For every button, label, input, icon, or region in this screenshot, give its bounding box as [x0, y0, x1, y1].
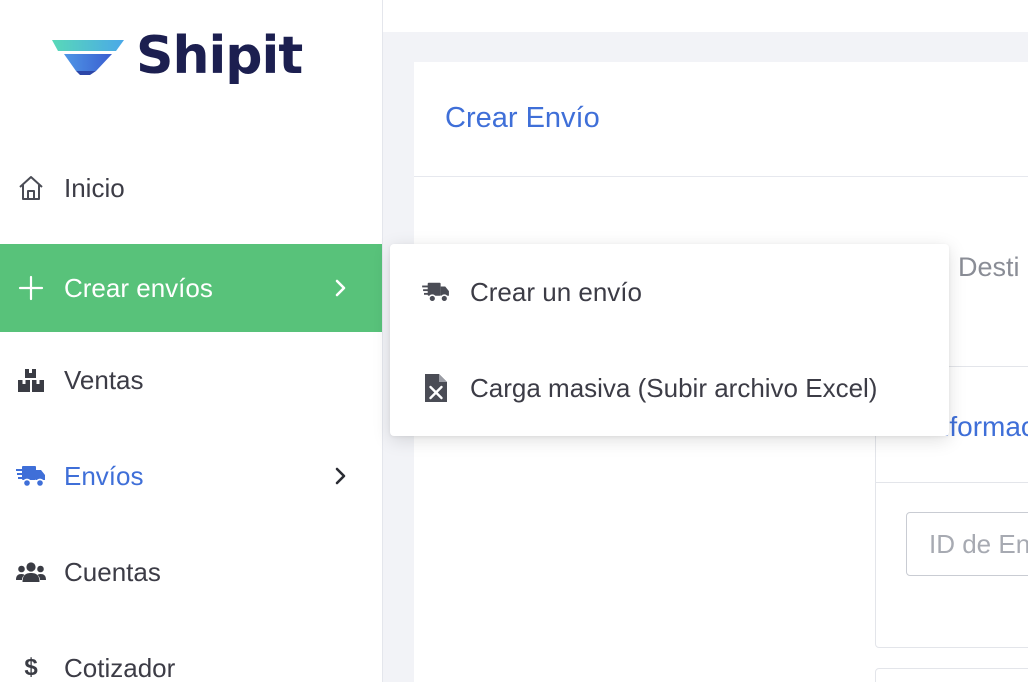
sidebar-item-ventas[interactable]: Ventas	[0, 336, 382, 424]
chevron-right-icon	[335, 279, 346, 297]
submenu-item-carga-masiva[interactable]: Carga masiva (Subir archivo Excel)	[390, 340, 949, 436]
shipment-id-input[interactable]	[906, 512, 1028, 576]
sidebar-item-label: Crear envíos	[64, 272, 213, 303]
sidebar-item-label: Envíos	[64, 460, 144, 491]
brand-name: Shipit	[136, 26, 303, 86]
sidebar-item-cuentas[interactable]: Cuentas	[0, 528, 382, 616]
submenu-item-label: Carga masiva (Subir archivo Excel)	[470, 372, 878, 403]
sidebar-item-cotizador[interactable]: $ Cotizador	[0, 624, 382, 682]
plus-icon	[16, 273, 46, 303]
page-title: Crear Envío	[445, 102, 600, 134]
step-label-destino[interactable]: Desti	[958, 252, 1020, 283]
create-shipments-submenu: Crear un envío Carga masiva (Subir archi…	[390, 244, 949, 436]
card-header: Crear Envío	[414, 62, 1028, 177]
sidebar-item-label: Ventas	[64, 364, 144, 395]
truck-icon	[422, 278, 450, 306]
shipit-wing-icon	[52, 40, 124, 75]
submenu-item-crear-un-envio[interactable]: Crear un envío	[390, 244, 949, 340]
sidebar-item-label: Inicio	[64, 172, 125, 203]
boxes-icon	[16, 365, 46, 395]
excel-file-icon	[422, 374, 450, 402]
dollar-icon: $	[24, 654, 38, 681]
shipit-logo[interactable]: Shipit	[50, 26, 303, 86]
users-icon	[16, 557, 46, 587]
truck-icon	[16, 461, 46, 491]
sidebar-item-envios[interactable]: Envíos	[0, 432, 382, 520]
secondary-panel	[875, 668, 1028, 682]
home-icon	[16, 173, 46, 203]
top-bar	[383, 0, 1028, 32]
sidebar-item-label: Cotizador	[64, 652, 176, 682]
sidebar-item-inicio[interactable]: Inicio	[0, 144, 382, 232]
sidebar-item-crear-envios[interactable]: Crear envíos	[0, 244, 382, 332]
chevron-right-icon	[335, 467, 346, 485]
sidebar: Shipit Inicio Crear envíos Ventas Envíos…	[0, 0, 383, 682]
sidebar-item-label: Cuentas	[64, 556, 161, 587]
submenu-item-label: Crear un envío	[470, 276, 642, 307]
